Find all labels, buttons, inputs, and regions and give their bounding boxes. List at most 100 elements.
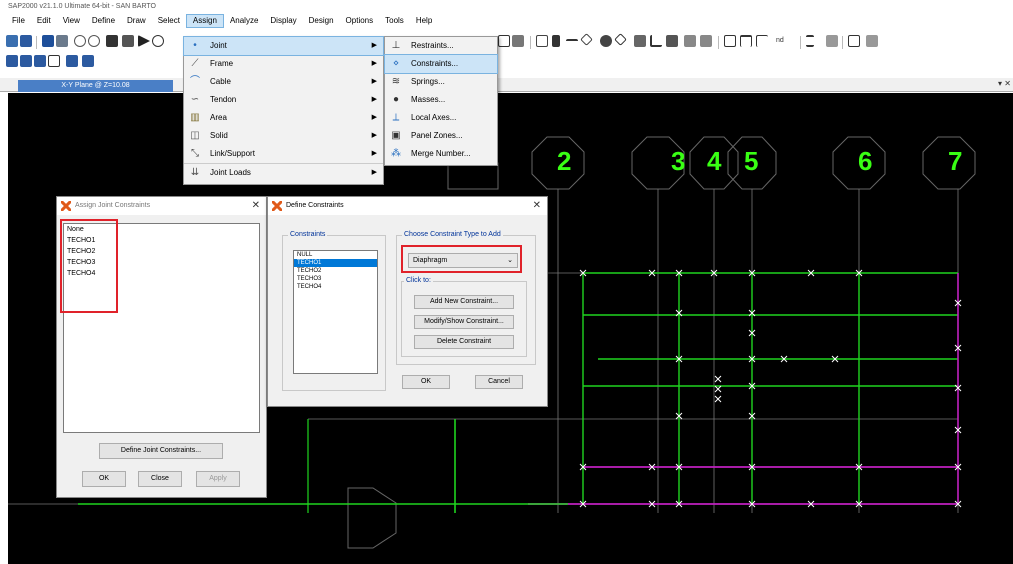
close-icon[interactable]: ✕ [533,197,541,215]
menu-options[interactable]: Options [340,14,380,28]
panel-zones-icon: ▣ [391,130,401,141]
menu-view[interactable]: View [57,14,86,28]
window-title: SAP2000 v21.1.0 Ultimate 64-bit - SAN BA… [0,0,1013,14]
cross-icon[interactable] [580,33,593,46]
masses-icon: ● [392,94,400,105]
local-axes-icon: ⟂ [392,112,400,123]
list-item[interactable]: TECHO3 [294,275,377,283]
sap-logo-icon [272,201,282,211]
label-icon[interactable] [700,35,712,47]
joint-submenu-masses[interactable]: ● Masses... [385,91,497,109]
modify-show-constraint-button[interactable]: Modify/Show Constraint... [414,315,514,329]
portal-icon[interactable] [740,35,752,47]
menu-select[interactable]: Select [152,14,186,28]
constraints-group-label: Constraints [288,231,328,238]
dimension-icon[interactable] [684,35,696,47]
list-item[interactable]: TECHO4 [294,283,377,291]
menu-draw[interactable]: Draw [121,14,152,28]
list-item[interactable]: TECHO2 [294,267,377,275]
highlight-box [60,219,118,313]
run-icon[interactable] [138,35,150,47]
box-icon[interactable] [724,35,736,47]
menu-define[interactable]: Define [86,14,121,28]
display-options-icon[interactable] [866,35,878,47]
assign-menu-link-support[interactable]: ⤡ Link/Support ▶ [184,145,383,163]
menu-edit[interactable]: Edit [31,14,57,28]
diamond-icon[interactable] [614,33,627,46]
define-constraints-dialog: Define Constraints ✕ Constraints NULL TE… [267,196,548,407]
lock-icon[interactable] [20,35,32,47]
save-icon[interactable] [42,35,54,47]
new-model-icon[interactable] [6,35,18,47]
select-all-icon[interactable] [6,55,18,67]
assign-menu-area[interactable]: ▥ Area ▶ [184,109,383,127]
display-icon[interactable] [848,35,860,47]
view-options-icon[interactable] [512,35,524,47]
constraints-list[interactable]: NULL TECHO1 TECHO2 TECHO3 TECHO4 [293,250,378,374]
print-icon[interactable] [56,35,68,47]
grid-icon[interactable] [498,35,510,47]
undo-icon[interactable] [74,35,86,47]
frame-icon-2[interactable] [756,35,768,47]
menu-design[interactable]: Design [303,14,340,28]
joint-submenu-constraints[interactable]: ⋄ Constraints... [384,54,498,74]
add-new-constraint-button[interactable]: Add New Constraint... [414,295,514,309]
apply-button[interactable]: Apply [196,471,240,487]
menu-assign[interactable]: Assign [185,14,224,28]
i-section-icon[interactable] [806,35,814,47]
joint-submenu-restraints[interactable]: ⊥ Restraints... [385,37,497,55]
assign-menu-cable[interactable]: ⌒ Cable ▶ [184,73,383,91]
dialog-title: Define Constraints [286,202,344,209]
chevron-right-icon: ▶ [371,132,377,139]
ok-button[interactable]: OK [402,375,450,389]
joint-submenu-local-axes[interactable]: ⟂ Local Axes... [385,109,497,127]
define-joint-constraints-button[interactable]: Define Joint Constraints... [99,443,223,459]
intersect-icon[interactable] [66,55,78,67]
toolbar-more-text: nd [776,37,784,44]
toolbar-separator [800,36,801,49]
ok-button[interactable]: OK [82,471,126,487]
list-item-selected[interactable]: TECHO1 [294,259,377,267]
assign-menu-joint[interactable]: • Joint ▶ [183,36,384,56]
select-box-icon[interactable] [48,55,60,67]
support-icon[interactable] [666,35,678,47]
close-button[interactable]: Close [138,471,182,487]
assign-menu-tendon[interactable]: ∽ Tendon ▶ [184,91,383,109]
delete-constraint-button[interactable]: Delete Constraint [414,335,514,349]
menu-file[interactable]: File [6,14,31,28]
toolbar-separator [36,36,37,49]
area-draw-icon[interactable] [634,35,646,47]
menu-tools[interactable]: Tools [379,14,410,28]
constraints-icon: ⋄ [392,58,400,69]
assign-menu-frame[interactable]: ⟋ Frame ▶ [184,55,383,73]
close-icon[interactable]: ✕ [252,197,260,215]
cancel-button[interactable]: Cancel [475,375,523,389]
view-tab[interactable]: X-Y Plane @ Z=10.08 [18,80,173,92]
area-icon: ▥ [190,112,200,123]
clear-selection-icon[interactable] [34,55,46,67]
link-draw-icon[interactable] [650,35,662,47]
view-close-icon[interactable]: ▾ ✕ [998,79,1011,88]
menu-display[interactable]: Display [264,14,302,28]
lock-model-icon[interactable] [122,35,134,47]
pencil-icon[interactable] [106,35,118,47]
snap-icon[interactable] [536,35,548,47]
redo-icon[interactable] [88,35,100,47]
dropdown-icon[interactable] [826,35,838,47]
pointer-icon[interactable] [82,55,94,67]
joint-draw-icon[interactable] [600,35,612,47]
assign-menu-solid[interactable]: ◫ Solid ▶ [184,127,383,145]
menu-analyze[interactable]: Analyze [224,14,264,28]
menu-item-label: Constraints... [411,59,459,68]
zoom-icon[interactable] [152,35,164,47]
joint-submenu-springs[interactable]: ≋ Springs... [385,73,497,91]
joint-submenu-panel-zones[interactable]: ▣ Panel Zones... [385,127,497,145]
select-previous-icon[interactable] [20,55,32,67]
menu-help[interactable]: Help [410,14,438,28]
assign-menu-joint-loads[interactable]: ⇊ Joint Loads ▶ [184,163,383,181]
joint-submenu-merge-number[interactable]: ⁂ Merge Number... [385,145,497,163]
frame-draw-icon[interactable] [566,39,578,47]
list-item[interactable]: NULL [294,251,377,259]
section-icon[interactable] [552,35,560,47]
toolbar-separator [718,36,719,49]
